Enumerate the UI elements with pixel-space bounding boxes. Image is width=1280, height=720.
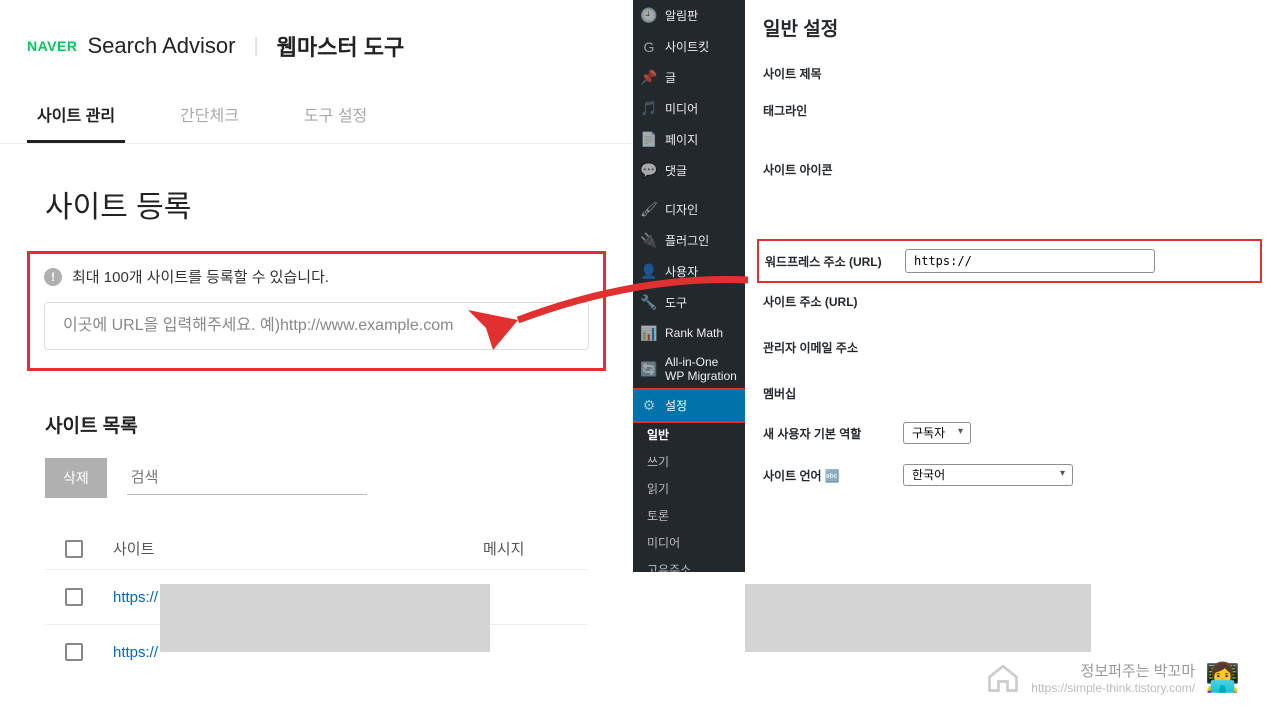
comment-icon: 💬 (641, 163, 657, 179)
wp-heading: 일반 설정 (745, 0, 1280, 55)
wp-settings-form: 사이트 제목 태그라인 사이트 아이콘 워드프레스 주소 (URL) 사이트 주… (745, 55, 1280, 496)
submenu-reading[interactable]: 읽기 (633, 475, 745, 502)
tab-site-manage[interactable]: 사이트 관리 (27, 92, 125, 143)
label-site-url: 사이트 주소 (URL) (763, 293, 903, 310)
info-text: 최대 100개 사이트를 등록할 수 있습니다. (72, 266, 329, 287)
sidebar-item-label: 플러그인 (665, 232, 709, 249)
tab-tool-settings[interactable]: 도구 설정 (294, 92, 377, 143)
row-admin-email: 관리자 이메일 주소 (763, 320, 1262, 375)
submenu-permalinks[interactable]: 고유주소 (633, 556, 745, 572)
divider: | (253, 35, 258, 58)
delete-button[interactable]: 삭제 (45, 458, 107, 498)
submenu-media[interactable]: 미디어 (633, 529, 745, 556)
row-site-icon: 사이트 아이콘 (763, 129, 1262, 209)
gear-icon: ⚙ (641, 398, 657, 414)
search-advisor-title: Search Advisor (87, 33, 235, 59)
table-header: 사이트 메시지 (45, 528, 588, 569)
label-site-lang: 사이트 언어 🔤 (763, 467, 903, 484)
row-checkbox[interactable] (65, 643, 83, 661)
page-title: 사이트 등록 (0, 144, 633, 251)
plugin-icon: 🔌 (641, 233, 657, 249)
site-link[interactable]: https:// (113, 644, 158, 661)
row-default-role: 새 사용자 기본 역할 구독자 (763, 412, 1262, 454)
row-site-url: 사이트 주소 (URL) (763, 283, 1262, 320)
sidebar-item-label: 페이지 (665, 131, 698, 148)
brush-icon: 🖌 (641, 202, 657, 218)
label-default-role: 새 사용자 기본 역할 (763, 425, 903, 442)
row-tagline: 태그라인 (763, 92, 1262, 129)
label-membership: 멤버십 (763, 385, 903, 402)
webmaster-title: 웹마스터 도구 (277, 30, 405, 62)
pin-icon: 📌 (641, 70, 657, 86)
sidebar-item-sitekit[interactable]: G 사이트킷 (633, 31, 745, 62)
sidebar-item-appearance[interactable]: 🖌 디자인 (633, 194, 745, 225)
tab-simple-check[interactable]: 간단체크 (170, 92, 249, 143)
dashboard-icon: 🕘 (641, 8, 657, 24)
search-input[interactable] (127, 461, 367, 495)
sidebar-item-settings[interactable]: ⚙ 설정 (633, 388, 745, 423)
list-controls: 삭제 (0, 458, 633, 498)
sidebar-item-pages[interactable]: 📄 페이지 (633, 124, 745, 155)
row-site-title: 사이트 제목 (763, 55, 1262, 92)
naver-logo: NAVER (27, 38, 77, 54)
sidebar-item-label: 댓글 (665, 162, 687, 179)
sidebar-item-dashboard[interactable]: 🕘 알림판 (633, 0, 745, 31)
wp-content: 일반 설정 사이트 제목 태그라인 사이트 아이콘 워드프레스 주소 (URL)… (745, 0, 1280, 572)
sidebar-item-label: 디자인 (665, 201, 698, 218)
redacted-block (160, 584, 490, 652)
row-site-lang: 사이트 언어 🔤 한국어 (763, 454, 1262, 496)
submenu-discussion[interactable]: 토론 (633, 502, 745, 529)
site-link[interactable]: https:// (113, 589, 158, 606)
wp-url-input[interactable] (905, 249, 1155, 273)
sidebar-item-label: 사이트킷 (665, 38, 709, 55)
watermark: 정보퍼주는 박꼬마 https://simple-think.tistory.c… (985, 659, 1240, 695)
label-site-title: 사이트 제목 (763, 65, 903, 82)
watermark-url: https://simple-think.tistory.com/ (1031, 681, 1195, 695)
sidebar-item-label: 알림판 (665, 7, 698, 24)
row-checkbox[interactable] (65, 588, 83, 606)
watermark-text: 정보퍼주는 박꼬마 https://simple-think.tistory.c… (1031, 660, 1195, 695)
sidebar-item-label: 미디어 (665, 100, 698, 117)
sitekit-icon: G (641, 39, 657, 55)
site-list-title: 사이트 목록 (0, 371, 633, 458)
watermark-title: 정보퍼주는 박꼬마 (1031, 660, 1195, 681)
sidebar-item-posts[interactable]: 📌글 (633, 62, 745, 93)
page-icon: 📄 (641, 132, 657, 148)
submenu-general[interactable]: 일반 (633, 421, 745, 448)
row-membership: 멤버십 (763, 375, 1262, 412)
sidebar-item-comments[interactable]: 💬 댓글 (633, 155, 745, 186)
th-site: 사이트 (113, 538, 453, 559)
media-icon: 🎵 (641, 101, 657, 117)
naver-search-advisor-panel: NAVER Search Advisor | 웹마스터 도구 사이트 관리 간단… (0, 0, 633, 720)
site-lang-select[interactable]: 한국어 (903, 464, 1073, 486)
label-tagline: 태그라인 (763, 102, 903, 119)
th-message: 메시지 (483, 538, 524, 559)
translate-icon: 🔤 (825, 469, 840, 483)
watermark-logo-icon (985, 659, 1021, 695)
redacted-block-right (745, 584, 1091, 652)
default-role-select[interactable]: 구독자 (903, 422, 971, 444)
sidebar-item-plugins[interactable]: 🔌 플러그인 (633, 225, 745, 256)
select-all-checkbox[interactable] (65, 540, 83, 558)
tabs: 사이트 관리 간단체크 도구 설정 (0, 82, 633, 144)
row-wp-url: 워드프레스 주소 (URL) (757, 239, 1262, 283)
annotation-arrow (458, 270, 758, 360)
label-wp-url: 워드프레스 주소 (URL) (765, 253, 905, 270)
submenu-writing[interactable]: 쓰기 (633, 448, 745, 475)
watermark-avatar-icon: 👩‍💻 (1205, 661, 1240, 694)
sidebar-item-label: 설정 (665, 397, 687, 414)
label-admin-email: 관리자 이메일 주소 (763, 339, 903, 356)
info-icon: ! (44, 268, 62, 286)
sidebar-item-label: 글 (665, 69, 676, 86)
label-site-icon: 사이트 아이콘 (763, 161, 903, 178)
migration-icon: 🔄 (641, 361, 657, 377)
naver-header: NAVER Search Advisor | 웹마스터 도구 (0, 0, 633, 82)
sidebar-item-media[interactable]: 🎵 미디어 (633, 93, 745, 124)
